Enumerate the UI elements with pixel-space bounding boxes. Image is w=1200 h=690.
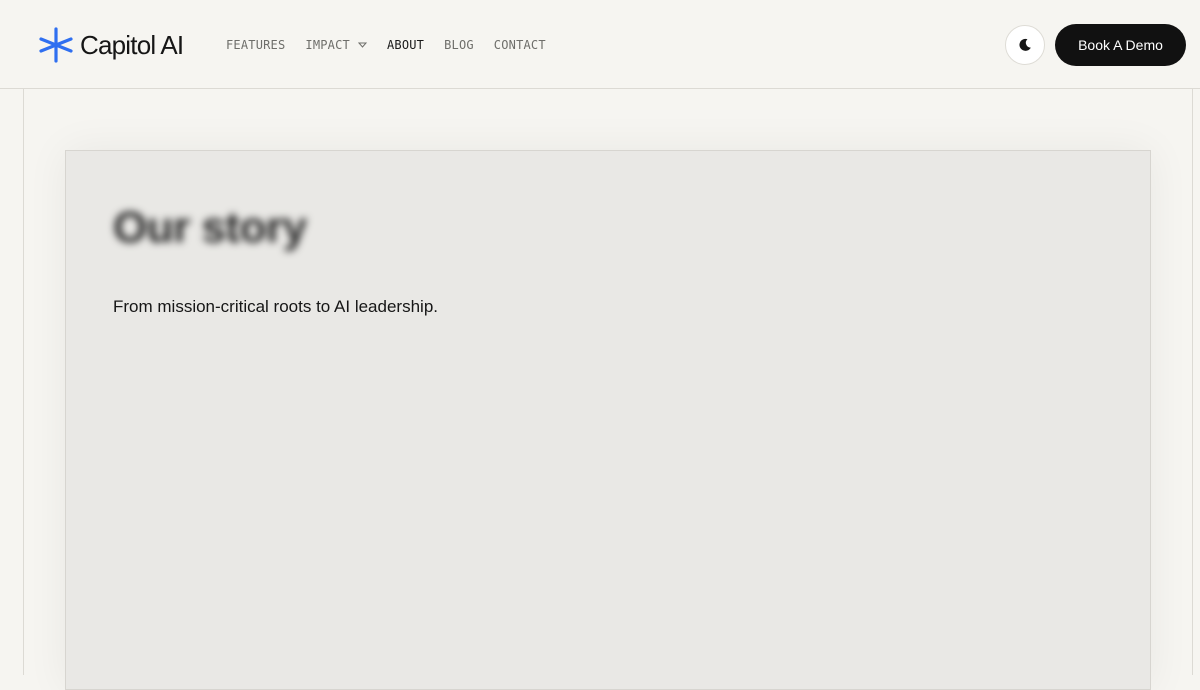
frame-divider-left xyxy=(23,89,24,675)
nav-item-blog[interactable]: BLOG xyxy=(444,38,474,52)
theme-toggle-button[interactable] xyxy=(1005,25,1045,65)
story-title: Our story xyxy=(113,203,307,252)
nav-item-label: BLOG xyxy=(444,38,474,52)
site-header: Capitol AI FEATURES IMPACT ABOUT BLOG CO… xyxy=(0,0,1200,89)
chevron-down-icon xyxy=(357,42,367,48)
nav-item-features[interactable]: FEATURES xyxy=(226,38,285,52)
story-subtitle: From mission-critical roots to AI leader… xyxy=(113,297,438,316)
nav-item-label: CONTACT xyxy=(493,38,546,52)
nav-item-contact[interactable]: CONTACT xyxy=(494,38,546,52)
brand-name: Capitol AI xyxy=(80,30,184,60)
brand-logo[interactable]: Capitol AI xyxy=(38,27,184,63)
nav-item-label: IMPACT xyxy=(305,38,350,52)
nav-item-about[interactable]: ABOUT xyxy=(387,38,424,52)
frame-divider-right xyxy=(1192,89,1193,675)
moon-icon xyxy=(1019,38,1031,51)
main-nav: FEATURES IMPACT ABOUT BLOG CONTACT xyxy=(226,36,566,54)
asterisk-logo-icon xyxy=(39,27,73,63)
nav-item-impact[interactable]: IMPACT xyxy=(305,38,367,52)
nav-item-label: FEATURES xyxy=(226,38,286,52)
book-demo-button[interactable]: Book A Demo xyxy=(1055,24,1186,66)
story-section: Our story From mission-critical roots to… xyxy=(65,150,1151,690)
nav-item-label: ABOUT xyxy=(386,38,425,52)
